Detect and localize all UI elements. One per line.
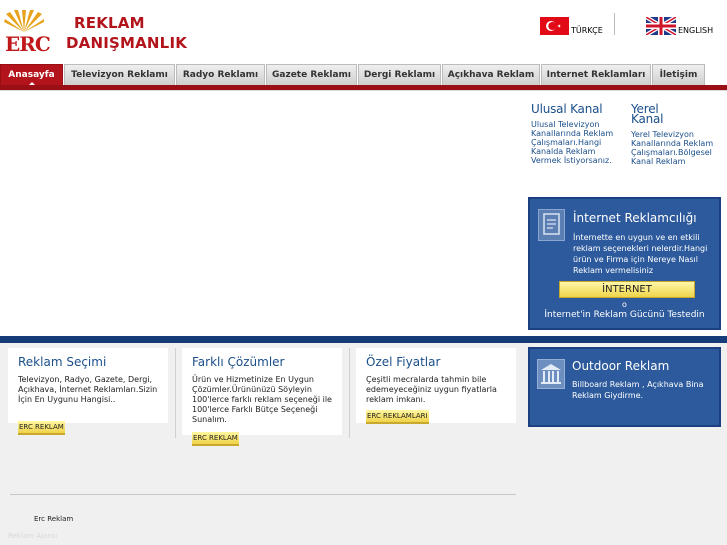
language-turkish[interactable]: TÜRKÇE (540, 13, 603, 35)
card-tag[interactable]: ERC REKLAM (18, 421, 65, 435)
tab-gazete[interactable]: Gazete Reklamı (266, 64, 357, 85)
outdoor-text: Billboard Reklam , Açıkhava Bina Reklam … (572, 380, 704, 400)
tab-label: İletişim (659, 70, 698, 80)
card-text: Çeşitli mecralarda tahmin bile edemeyece… (366, 375, 497, 404)
outdoor-title: Outdoor Reklam (572, 359, 670, 373)
internet-box-title: İnternet Reklamcılığı (573, 211, 697, 225)
tab-televizyon[interactable]: Televizyon Reklamı (64, 64, 175, 85)
language-label: ENGLISH (678, 26, 714, 35)
card-text: Ürün ve Hizmetinize En Uygun Çözümler.Ür… (192, 375, 332, 424)
logo-mark: ERC (5, 32, 51, 56)
tab-label: Internet Reklamları (546, 70, 646, 80)
tab-anasayfa[interactable]: Anasayfa (0, 64, 63, 86)
card-separator (349, 348, 350, 438)
internet-test-link[interactable]: İnternet'in Reklam Gücünü Testedin (530, 310, 719, 320)
tab-label: Radyo Reklamı (182, 70, 259, 80)
reklam-secimi-card: Reklam Seçimi Televizyon, Radyo, Gazete,… (8, 348, 168, 435)
yerel-kanal-title[interactable]: Yerel Kanal (631, 103, 677, 125)
tab-iletisim[interactable]: İletişim (652, 64, 705, 85)
card-title[interactable]: Farklı Çözümler (192, 355, 284, 369)
outdoor-reklam-box[interactable]: Outdoor Reklam Billboard Reklam , Açıkha… (528, 347, 721, 427)
site-logo[interactable]: ERC REKLAM DANIŞMANLIK (4, 10, 187, 56)
card-title[interactable]: Özel Fiyatlar (366, 355, 440, 369)
tab-dergi[interactable]: Dergi Reklamı (358, 64, 441, 85)
yerel-kanal-block[interactable]: Yerel Kanal Yerel Televizyon Kanallarınd… (631, 103, 726, 166)
language-english[interactable]: ENGLISH (646, 13, 713, 35)
footer-link[interactable]: Erc Reklam (34, 515, 73, 523)
language-label: TÜRKÇE (571, 26, 603, 35)
card-separator (175, 348, 176, 438)
yerel-kanal-text: Yerel Televizyon Kanallarında Reklam Çal… (631, 130, 714, 166)
internet-reklam-box: İnternet Reklamcılığı İnternette en uygu… (528, 197, 721, 330)
footer-faint-text: Reklam Ajansı (8, 532, 58, 540)
tab-label: Açıkhava Reklam (447, 70, 535, 80)
tab-acikhava[interactable]: Açıkhava Reklam (442, 64, 540, 85)
card-text: Televizyon, Radyo, Gazete, Dergi, Açıkha… (18, 375, 158, 404)
building-icon (537, 359, 565, 389)
card-tag[interactable]: ERC REKLAM (192, 432, 239, 446)
main-nav: Anasayfa Televizyon Reklamı Radyo Reklam… (0, 64, 727, 86)
ulusal-kanal-block[interactable]: Ulusal Kanal Ulusal Televizyon Kanalları… (531, 103, 626, 165)
tab-label: Gazete Reklamı (272, 70, 351, 80)
language-divider (614, 13, 615, 35)
sunburst-logo-icon (4, 10, 44, 32)
tab-label: Dergi Reklamı (363, 70, 436, 80)
turkey-flag-icon (540, 17, 569, 35)
brand-name-line1: REKLAM (74, 14, 145, 32)
farkli-cozumler-card: Farklı Çözümler Ürün ve Hizmetinize En U… (182, 348, 342, 446)
brand-name-line2: DANIŞMANLIK (66, 34, 188, 52)
card-title[interactable]: Reklam Seçimi (18, 355, 106, 369)
tab-label: Televizyon Reklamı (71, 70, 168, 80)
tab-internet[interactable]: Internet Reklamları (541, 64, 651, 85)
blue-divider-band (0, 336, 727, 343)
footer-divider (10, 494, 516, 495)
tab-label: Anasayfa (8, 70, 55, 80)
nav-shadow-line (0, 90, 727, 91)
ulusal-kanal-title[interactable]: Ulusal Kanal (531, 103, 626, 115)
ulusal-kanal-text: Ulusal Televizyon Kanallarında Reklam Ça… (531, 120, 614, 165)
card-tag[interactable]: ERC REKLAMLARI (366, 410, 429, 424)
ozel-fiyatlar-card: Özel Fiyatlar Çeşitli mecralarda tahmin … (356, 348, 516, 424)
document-icon (538, 209, 565, 241)
uk-flag-icon (646, 17, 676, 35)
internet-or-text: o (622, 300, 627, 309)
internet-box-text: İnternette en uygun ve en etkili reklam … (573, 233, 708, 275)
internet-button[interactable]: İNTERNET (559, 281, 695, 298)
tab-radyo[interactable]: Radyo Reklamı (176, 64, 265, 85)
